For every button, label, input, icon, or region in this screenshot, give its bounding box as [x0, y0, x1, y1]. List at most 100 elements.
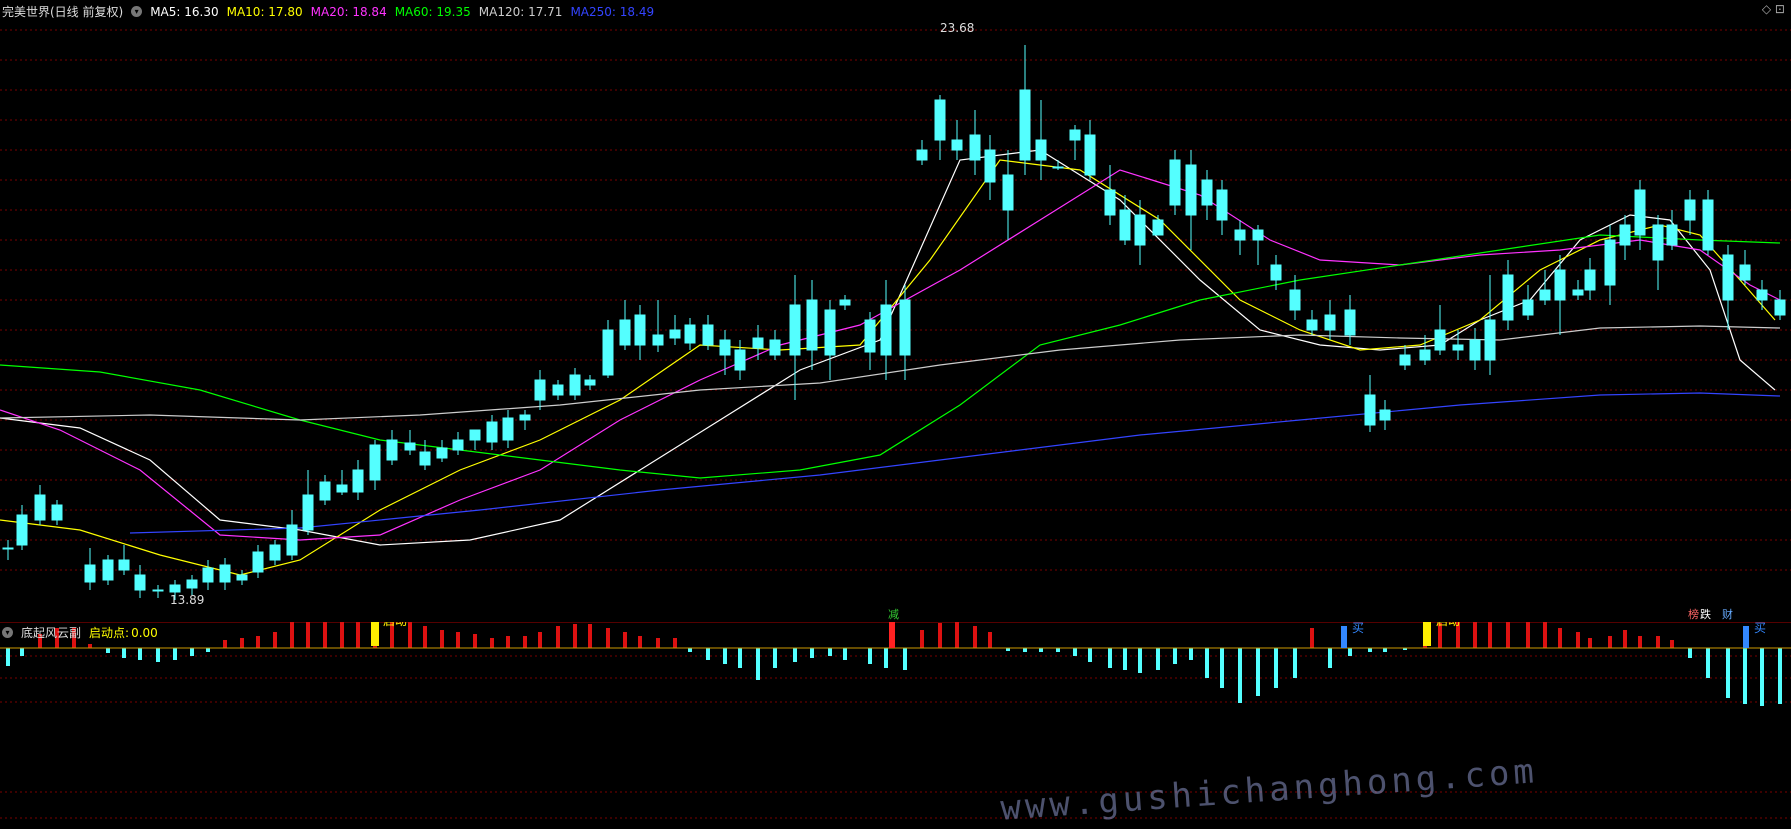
indicator-bar	[1506, 622, 1510, 648]
candle-body	[519, 414, 531, 421]
candle-body	[502, 417, 514, 441]
candle-body	[569, 374, 581, 396]
indicator-bar	[206, 648, 210, 652]
indicator-bar	[323, 622, 327, 648]
indicator-bar	[988, 632, 992, 648]
candle-body	[436, 447, 448, 459]
indicator-bar	[1608, 636, 1612, 648]
candle-body	[419, 451, 431, 466]
candle-body	[634, 314, 646, 346]
candle-body	[916, 149, 928, 161]
indicator-bar	[673, 638, 677, 648]
candle-body	[269, 544, 281, 561]
candle-body	[152, 589, 164, 592]
indicator-bar	[1056, 648, 1060, 652]
ma60-line	[0, 234, 1781, 479]
candle-body	[1604, 239, 1616, 286]
indicator-bar	[1670, 640, 1674, 648]
indicator-bar	[190, 648, 194, 656]
indicator-bar	[828, 648, 832, 656]
candle-body	[1252, 229, 1264, 241]
indicator-bar	[356, 622, 360, 648]
indicator-bar	[1760, 648, 1764, 706]
candle-body	[1084, 134, 1096, 176]
candle-body	[951, 139, 963, 151]
candle-body	[1201, 179, 1213, 206]
candle-body	[1522, 299, 1534, 316]
candle-body	[16, 514, 28, 546]
candle-body	[236, 574, 248, 581]
candle-body	[51, 504, 63, 521]
candle-body	[1035, 139, 1047, 161]
candle-body	[1702, 199, 1714, 251]
marker-cai: 财	[1722, 607, 1733, 620]
indicator-bar	[1706, 648, 1710, 678]
ma250-label: MA250: 18.49	[570, 4, 655, 19]
indicator-bar	[1328, 648, 1332, 668]
ma20-label: MA20: 18.84	[310, 4, 387, 19]
low-price-label: 13.89	[170, 593, 204, 607]
indicator-bar	[1220, 648, 1224, 688]
candle-body	[552, 384, 564, 396]
candle-body	[584, 379, 596, 386]
indicator-bar	[588, 624, 592, 648]
candle-body	[880, 304, 892, 356]
indicator-bar	[773, 648, 777, 668]
candle-body	[619, 319, 631, 346]
candle-body	[1364, 394, 1376, 426]
main-header: 完美世界(日线 前复权) ▾ MA5: 16.30 MA10: 17.80 MA…	[2, 3, 654, 20]
indicator-bar	[1623, 630, 1627, 648]
candle-body	[34, 494, 46, 521]
indicator-bar	[1073, 648, 1077, 656]
indicator-bar	[1348, 648, 1352, 656]
indicator-bar	[223, 640, 227, 648]
candle-body	[1185, 164, 1197, 216]
indicator-bar	[523, 636, 527, 648]
indicator-bar	[490, 638, 494, 648]
indicator-bar	[473, 634, 477, 648]
candle-body	[1344, 309, 1356, 336]
stock-name: 完美世界(日线 前复权)	[2, 5, 124, 19]
indicator-bar	[1256, 648, 1260, 696]
indicator-bar	[884, 648, 888, 668]
indicator-bar	[1138, 648, 1142, 673]
candle-body	[1134, 214, 1146, 246]
candle-body	[669, 329, 681, 339]
ma120-label: MA120: 17.71	[478, 4, 563, 19]
candle-body	[1234, 229, 1246, 241]
indicator-bar	[756, 648, 760, 680]
candle-body	[1152, 219, 1164, 236]
candle-body	[984, 149, 996, 183]
candlestick-chart[interactable]: 23.68 13.89 减 榜 跌 财	[0, 0, 1791, 620]
window-controls[interactable]: ◇ ⊡	[1762, 2, 1785, 16]
candle-body	[1652, 224, 1664, 261]
indicator-bar	[1173, 648, 1177, 664]
indicator-bar	[138, 648, 142, 660]
mai-marker-2	[1743, 626, 1749, 648]
candle-body	[169, 584, 181, 593]
candle-body	[1554, 269, 1566, 301]
annotation-mai-1: 买	[1352, 622, 1364, 635]
candle-body	[1502, 274, 1514, 321]
indicator-bar	[1543, 622, 1547, 648]
indicator-bar	[955, 622, 959, 648]
qidong-marker	[371, 622, 379, 646]
indicator-bar	[1205, 648, 1209, 678]
indicator-bar	[1588, 638, 1592, 648]
zhidie-marker	[889, 622, 895, 648]
candle-body	[219, 564, 231, 583]
indicator-bar	[1576, 632, 1580, 648]
indicator-chart[interactable]: 启动止跌见底共振信号止跌见底启动买买	[0, 622, 1791, 824]
candle-body	[286, 524, 298, 556]
candle-body	[534, 379, 546, 401]
dropdown-icon[interactable]: ▾	[131, 6, 143, 17]
indicator-bar	[340, 622, 344, 648]
indicator-dropdown-icon[interactable]: ▾	[2, 627, 13, 638]
indicator-bar	[843, 648, 847, 660]
candle-body	[1539, 289, 1551, 301]
indicator-bar	[1688, 648, 1692, 658]
indicator-bar	[122, 648, 126, 658]
indicator-bar	[868, 648, 872, 664]
candle-body	[769, 339, 781, 356]
indicator-bar	[793, 648, 797, 662]
